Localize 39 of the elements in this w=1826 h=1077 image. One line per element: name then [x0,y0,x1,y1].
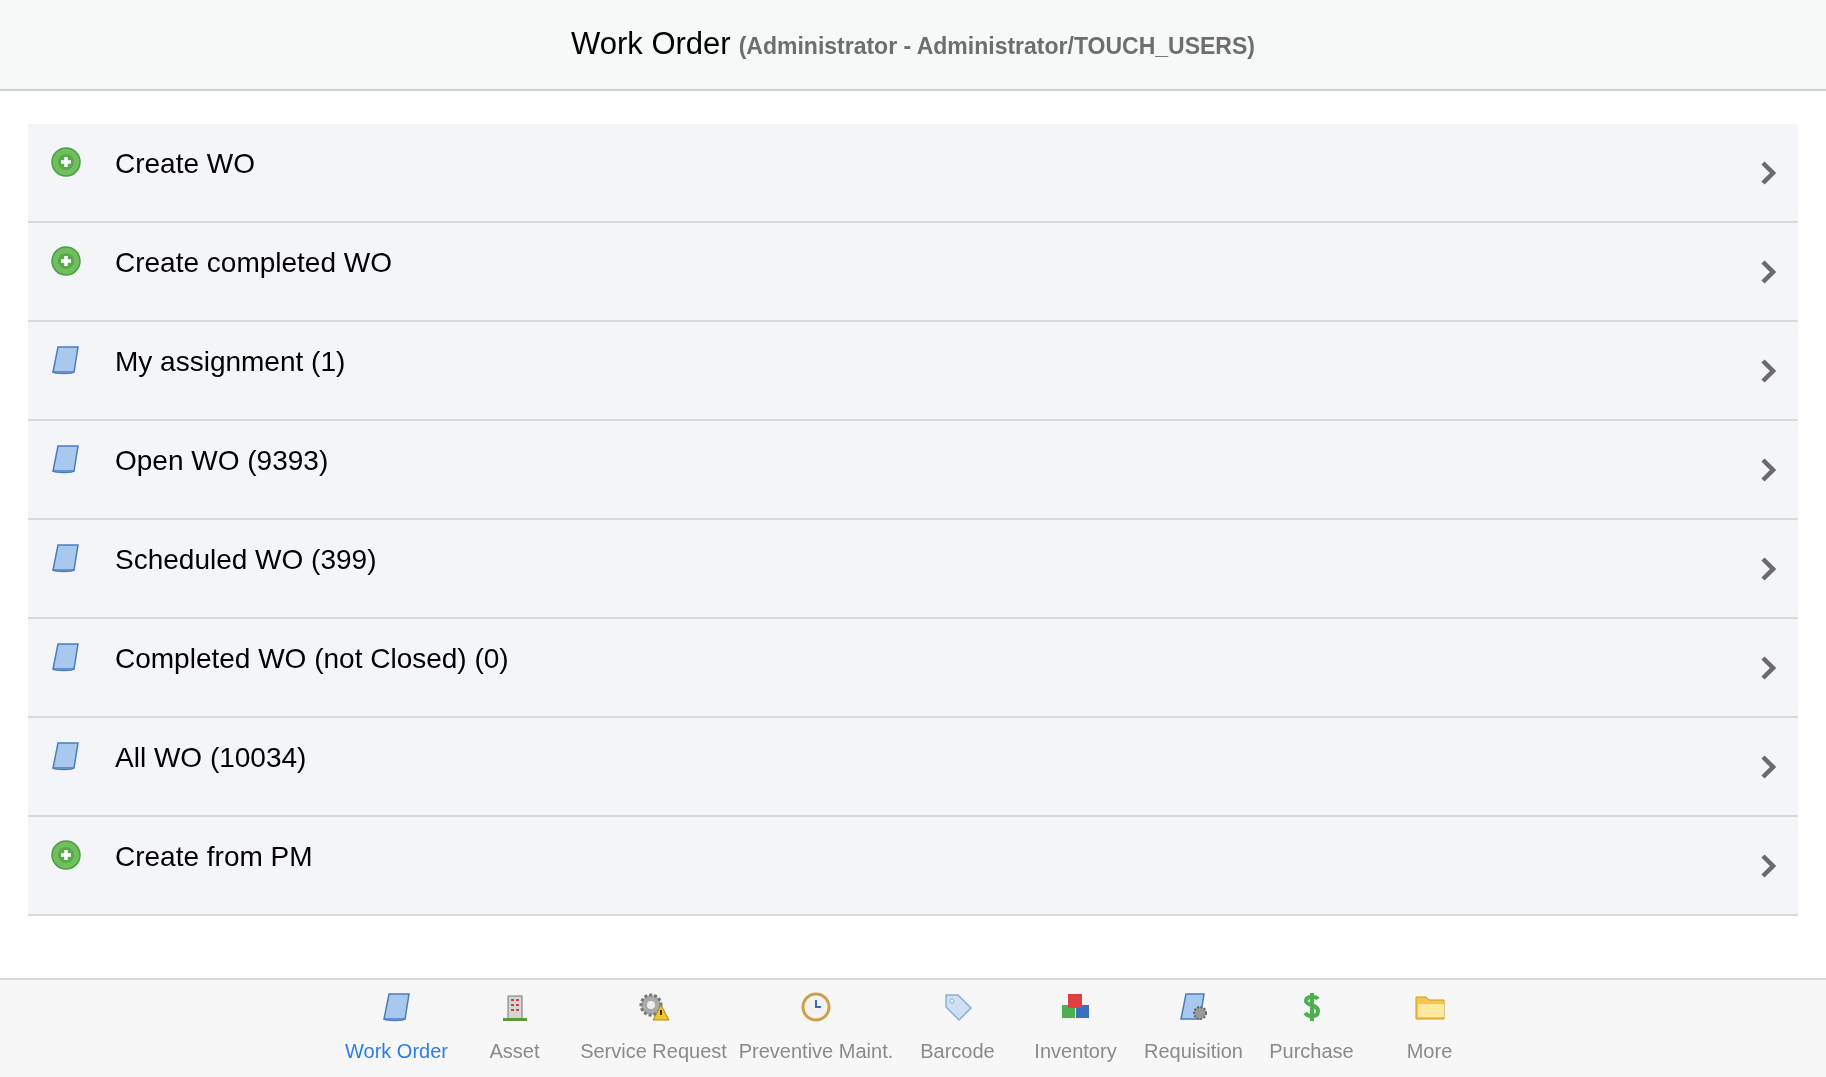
tab-bar-item[interactable]: Preventive Maint. [733,980,899,1077]
menu-item[interactable]: Completed WO (not Closed) (0) [28,619,1798,718]
tab-bar-item[interactable]: Inventory [1016,980,1135,1077]
menu-item[interactable]: Open WO (9393) [28,421,1798,520]
clock-icon [800,991,832,1023]
menu-item[interactable]: Create completed WO [28,223,1798,322]
scroll-icon [380,991,413,1023]
add-icon [50,245,82,277]
menu-item[interactable]: My assignment (1) [28,322,1798,421]
tab-bar-item[interactable]: Work Order [337,980,456,1077]
menu-item[interactable]: Scheduled WO (399) [28,520,1798,619]
menu-item[interactable]: Create from PM [28,817,1798,916]
tab-bar-item[interactable]: Service Request [573,980,734,1077]
menu-item[interactable]: All WO (10034) [28,718,1798,817]
chevron-icon [1760,160,1776,186]
tab-bar-item[interactable]: Purchase [1252,980,1371,1077]
page-title: Work Order [571,25,731,64]
add-icon [50,839,82,871]
scroll-icon [50,542,82,574]
document-gear-icon [1177,991,1210,1023]
user-info: (Administrator - Administrator/TOUCH_USERS) [738,32,1255,62]
add-icon [50,146,82,178]
scroll-icon [50,641,82,673]
tab-bar-item[interactable]: Asset [455,980,574,1077]
chevron-icon [1760,853,1776,879]
scroll-icon [50,740,82,772]
chevron-icon [1760,259,1776,285]
chevron-icon [1760,556,1776,582]
folder-icon [1413,993,1446,1021]
tab-bar-item[interactable]: Barcode [898,980,1017,1077]
menu-item[interactable]: Create WO [28,124,1798,223]
scroll-icon [50,443,82,475]
tab-bar-item[interactable]: Requisition [1134,980,1253,1077]
scroll-icon [50,344,82,376]
chevron-icon [1760,754,1776,780]
chevron-icon [1760,655,1776,681]
tab-bar-item[interactable]: More [1370,980,1489,1077]
chevron-icon [1760,457,1776,483]
chevron-icon [1760,358,1776,384]
